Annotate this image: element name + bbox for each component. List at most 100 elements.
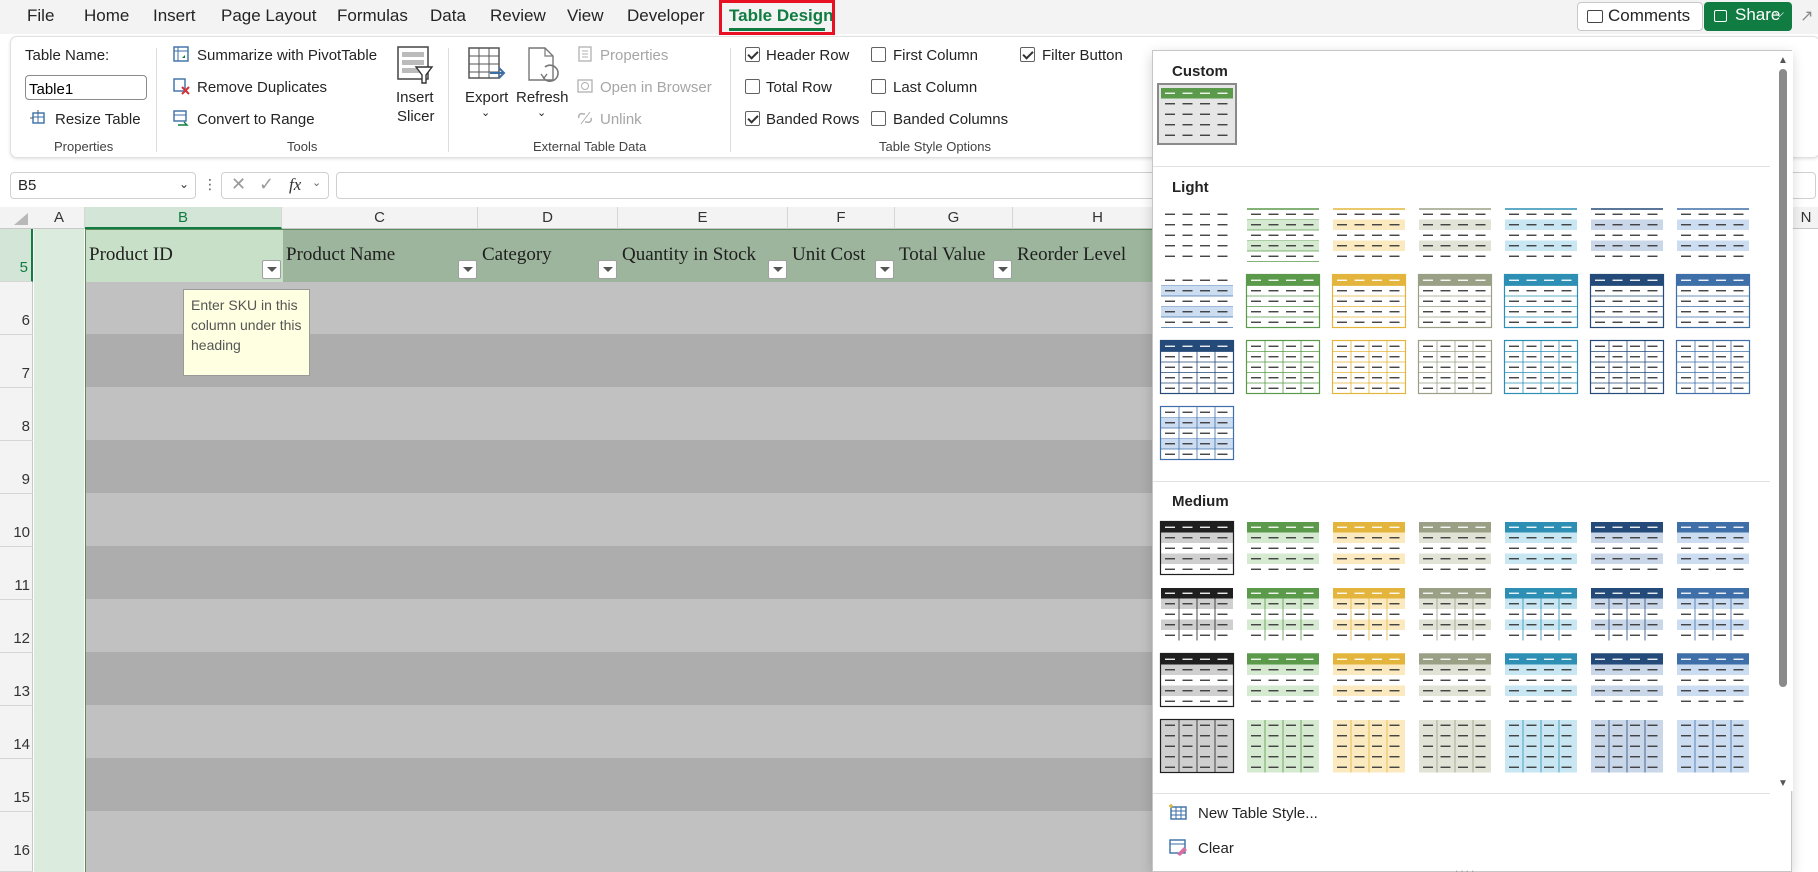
total-row-checkbox[interactable]	[745, 79, 760, 94]
row-header-10[interactable]: 10	[0, 494, 33, 547]
insert-slicer-button-line2[interactable]: Slicer	[397, 108, 435, 125]
table-name-input[interactable]	[25, 75, 147, 100]
table-style-thumbnail[interactable]	[1675, 519, 1751, 577]
table-row[interactable]	[86, 705, 1286, 758]
table-style-thumbnail[interactable]	[1331, 717, 1407, 775]
table-style-thumbnail[interactable]	[1675, 585, 1751, 643]
table-style-thumbnail[interactable]	[1331, 651, 1407, 709]
scrollbar-thumb[interactable]	[1779, 69, 1787, 687]
table-style-thumbnail[interactable]	[1245, 651, 1321, 709]
table-style-thumbnail[interactable]	[1589, 338, 1665, 396]
last-column-checkbox[interactable]	[871, 79, 886, 94]
table-style-thumbnail[interactable]	[1675, 272, 1751, 330]
filter-dropdown-icon[interactable]	[768, 260, 787, 279]
export-button[interactable]: Export	[465, 89, 508, 106]
filter-dropdown-icon[interactable]	[598, 260, 617, 279]
table-style-thumbnail[interactable]	[1159, 717, 1235, 775]
row-header-15[interactable]: 15	[0, 759, 33, 812]
filter-button-checkbox[interactable]	[1020, 47, 1035, 62]
table-style-thumbnail[interactable]	[1417, 206, 1493, 264]
comments-button[interactable]: Comments	[1577, 2, 1703, 31]
table-style-thumbnail[interactable]	[1159, 651, 1235, 709]
table-style-thumbnail[interactable]	[1417, 651, 1493, 709]
table-style-thumbnail[interactable]	[1503, 651, 1579, 709]
column-header-d[interactable]: D	[478, 207, 618, 229]
table-row[interactable]	[86, 758, 1286, 811]
column-header-a[interactable]: A	[34, 207, 85, 229]
filter-dropdown-icon[interactable]	[875, 260, 894, 279]
name-box[interactable]: B5 ⌄	[10, 172, 196, 199]
tab-file[interactable]: File	[27, 6, 54, 26]
table-style-thumbnail[interactable]	[1675, 206, 1751, 264]
table-header-product-name[interactable]: Product Name	[283, 230, 479, 282]
table-style-thumbnail[interactable]	[1417, 272, 1493, 330]
table-header-product-id[interactable]: Product ID	[86, 230, 283, 282]
table-row[interactable]	[86, 599, 1286, 652]
table-style-thumbnail[interactable]	[1675, 651, 1751, 709]
table-style-thumbnail[interactable]	[1417, 338, 1493, 396]
table-header-quantity-in-stock[interactable]: Quantity in Stock	[619, 230, 789, 282]
table-style-thumbnail[interactable]	[1503, 272, 1579, 330]
table-style-thumbnail[interactable]	[1589, 519, 1665, 577]
clear-style-button[interactable]: Clear	[1198, 840, 1234, 857]
column-header-b[interactable]: B	[85, 207, 282, 229]
tab-data[interactable]: Data	[430, 6, 466, 26]
chevron-down-icon[interactable]: ⌄	[179, 177, 189, 191]
table-row[interactable]	[86, 546, 1286, 599]
scroll-down-icon[interactable]: ▼	[1778, 778, 1788, 789]
table-style-thumbnail[interactable]	[1159, 585, 1235, 643]
banded-rows-checkbox[interactable]	[745, 111, 760, 126]
resize-table-button[interactable]: Resize Table	[55, 111, 141, 128]
table-style-thumbnail[interactable]	[1331, 272, 1407, 330]
new-table-style-button[interactable]: New Table Style...	[1198, 805, 1318, 822]
table-style-thumbnail[interactable]	[1589, 585, 1665, 643]
table-style-thumbnail[interactable]	[1159, 206, 1235, 264]
filter-dropdown-icon[interactable]	[993, 260, 1012, 279]
table-style-thumbnail[interactable]	[1245, 519, 1321, 577]
resize-grip-icon[interactable]: ....	[1455, 861, 1476, 872]
row-header-8[interactable]: 8	[0, 388, 33, 441]
convert-to-range-button[interactable]: Convert to Range	[197, 111, 315, 128]
row-header-6[interactable]: 6	[0, 282, 33, 335]
cancel-icon[interactable]: ✕	[231, 174, 246, 195]
unlink-button[interactable]: Unlink	[600, 111, 642, 128]
table-style-thumbnail[interactable]	[1331, 338, 1407, 396]
table-style-thumbnail[interactable]	[1503, 338, 1579, 396]
properties-button[interactable]: Properties	[600, 47, 668, 64]
first-column-checkbox[interactable]	[871, 47, 886, 62]
table-style-thumbnail[interactable]	[1157, 83, 1237, 145]
row-header-9[interactable]: 9	[0, 441, 33, 494]
table-style-thumbnail[interactable]	[1589, 206, 1665, 264]
table-style-thumbnail[interactable]	[1589, 717, 1665, 775]
row-header-11[interactable]: 11	[0, 547, 33, 600]
table-row[interactable]	[86, 811, 1286, 872]
formula-bar-grip-icon[interactable]: ⋮	[203, 176, 217, 193]
row-header-7[interactable]: 7	[0, 335, 33, 388]
table-style-thumbnail[interactable]	[1159, 338, 1235, 396]
column-header-g[interactable]: G	[895, 207, 1013, 229]
filter-dropdown-icon[interactable]	[262, 260, 281, 279]
enter-icon[interactable]: ✓	[259, 174, 274, 195]
insert-function-button[interactable]: fx	[289, 175, 301, 195]
table-style-thumbnail[interactable]	[1331, 206, 1407, 264]
table-style-thumbnail[interactable]	[1245, 717, 1321, 775]
table-style-thumbnail[interactable]	[1331, 585, 1407, 643]
tab-view[interactable]: View	[567, 6, 604, 26]
open-in-browser-button[interactable]: Open in Browser	[600, 79, 712, 96]
row-header-12[interactable]: 12	[0, 600, 33, 653]
tab-home[interactable]: Home	[84, 6, 129, 26]
table-style-thumbnail[interactable]	[1675, 338, 1751, 396]
tab-review[interactable]: Review	[490, 6, 546, 26]
row-header-16[interactable]: 16	[0, 812, 33, 872]
table-style-thumbnail[interactable]	[1245, 338, 1321, 396]
insert-slicer-button-line1[interactable]: Insert	[396, 89, 434, 106]
table-row[interactable]	[86, 493, 1286, 546]
table-style-thumbnail[interactable]	[1331, 519, 1407, 577]
tab-page-layout[interactable]: Page Layout	[221, 6, 316, 26]
header-row-checkbox[interactable]	[745, 47, 760, 62]
table-row[interactable]	[86, 387, 1286, 440]
refresh-button[interactable]: Refresh	[516, 89, 569, 106]
column-header-n[interactable]: N	[1794, 207, 1818, 229]
table-style-thumbnail[interactable]	[1503, 519, 1579, 577]
table-style-thumbnail[interactable]	[1245, 585, 1321, 643]
